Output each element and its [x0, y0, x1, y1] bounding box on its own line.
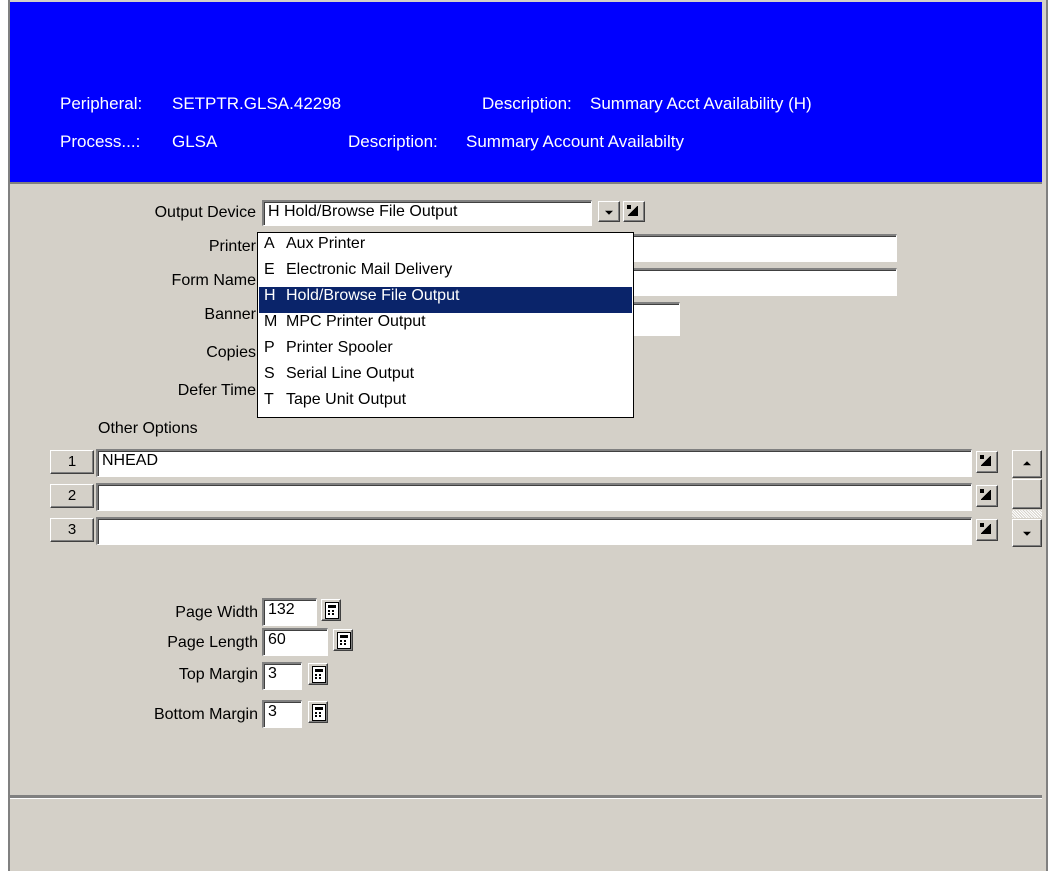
- header-divider: [10, 182, 1042, 184]
- options-scroll-down-button[interactable]: [1012, 519, 1042, 547]
- option-label: Serial Line Output: [286, 365, 415, 382]
- page-length-field[interactable]: 60: [262, 628, 328, 656]
- option-row-1-lookup-icon[interactable]: [976, 451, 998, 473]
- option-label: Electronic Mail Delivery: [286, 261, 453, 278]
- page-length-calculator-icon[interactable]: [333, 629, 353, 651]
- banner-label: Banner: [204, 306, 256, 323]
- printer-label: Printer: [208, 238, 256, 255]
- options-scroll-thumb[interactable]: [1012, 479, 1042, 509]
- dropdown-option-mpc-printer[interactable]: M MPC Printer Output: [259, 313, 632, 339]
- peripheral-description-label: Description:: [482, 94, 572, 113]
- peripheral-value: SETPTR.GLSA.42298: [172, 94, 342, 113]
- copies-label: Copies: [206, 344, 256, 361]
- option-row-1-field[interactable]: NHEAD: [96, 449, 972, 477]
- option-row-2-lookup-icon[interactable]: [976, 485, 998, 507]
- page-length-label: Page Length: [167, 634, 258, 651]
- option-label: Hold/Browse File Output: [286, 287, 460, 304]
- option-label: MPC Printer Output: [286, 313, 426, 330]
- peripheral-label: Peripheral:: [60, 94, 143, 113]
- dropdown-option-printer-spooler[interactable]: P Printer Spooler: [259, 339, 632, 365]
- dropdown-option-tape-unit[interactable]: T Tape Unit Output: [259, 391, 632, 417]
- option-row-3-field[interactable]: [96, 517, 972, 545]
- options-scroll-up-button[interactable]: [1012, 450, 1042, 478]
- option-row-1-button[interactable]: 1: [50, 450, 94, 474]
- bottom-margin-field[interactable]: 3: [262, 700, 302, 728]
- bottom-margin-calculator-icon[interactable]: [308, 701, 328, 723]
- output-device-lookup-icon[interactable]: [623, 201, 645, 222]
- output-device-dropdown-list: A Aux Printer E Electronic Mail Delivery…: [257, 232, 634, 418]
- option-code: A: [264, 235, 275, 252]
- form-name-label: Form Name: [171, 272, 256, 289]
- process-description-value: Summary Account Availabilty: [466, 132, 684, 151]
- option-row-3-lookup-icon[interactable]: [976, 519, 998, 541]
- options-scroll-track[interactable]: [1012, 510, 1042, 518]
- option-code: S: [264, 365, 275, 382]
- top-margin-label: Top Margin: [178, 666, 258, 683]
- output-device-select[interactable]: H Hold/Browse File Output: [262, 200, 592, 226]
- process-value: GLSA: [172, 132, 218, 151]
- bottom-margin-label: Bottom Margin: [153, 706, 258, 723]
- top-margin-field[interactable]: 3: [262, 662, 302, 690]
- option-code: E: [264, 261, 275, 278]
- other-options-label: Other Options: [98, 420, 198, 437]
- option-code: P: [264, 339, 275, 356]
- process-description-label: Description:: [348, 132, 438, 151]
- option-label: Printer Spooler: [286, 339, 393, 356]
- option-row-2-button[interactable]: 2: [50, 484, 94, 508]
- top-margin-calculator-icon[interactable]: [308, 663, 328, 685]
- peripheral-description-value: Summary Acct Availability (H): [590, 94, 812, 113]
- page-width-field[interactable]: 132: [262, 598, 317, 626]
- page-width-label: Page Width: [175, 604, 258, 621]
- option-label: Aux Printer: [286, 235, 366, 252]
- output-device-label: Output Device: [154, 204, 256, 221]
- status-divider: [10, 795, 1042, 799]
- option-code: H: [264, 287, 276, 304]
- page-width-calculator-icon[interactable]: [321, 599, 341, 621]
- process-label: Process...:: [60, 132, 141, 151]
- option-code: T: [264, 391, 274, 408]
- defer-time-label: Defer Time: [177, 382, 256, 399]
- dropdown-option-aux-printer[interactable]: A Aux Printer: [259, 235, 632, 261]
- header-panel: Peripheral: SETPTR.GLSA.42298 Descriptio…: [10, 2, 1042, 182]
- option-row-3-button[interactable]: 3: [50, 518, 94, 542]
- option-label: Tape Unit Output: [286, 391, 407, 408]
- output-device-dropdown-button[interactable]: [598, 201, 620, 222]
- dropdown-option-serial-line[interactable]: S Serial Line Output: [259, 365, 632, 391]
- option-code: M: [264, 313, 278, 330]
- dropdown-option-electronic-mail[interactable]: E Electronic Mail Delivery: [259, 261, 632, 287]
- option-row-2-field[interactable]: [96, 483, 972, 511]
- dropdown-option-hold-browse[interactable]: H Hold/Browse File Output: [259, 287, 632, 313]
- status-bar: [10, 800, 1042, 871]
